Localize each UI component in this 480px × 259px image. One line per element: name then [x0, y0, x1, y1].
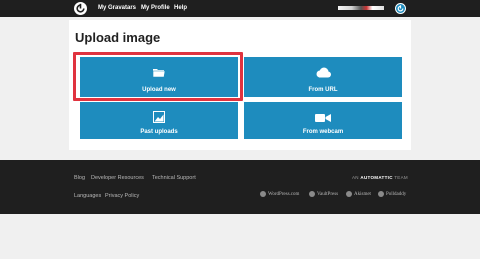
from-url-button[interactable]: From URL: [244, 57, 402, 97]
from-url-label: From URL: [308, 87, 338, 93]
cloud-icon: [314, 65, 332, 83]
from-webcam-label: From webcam: [302, 129, 344, 135]
page-title: Upload image: [75, 30, 161, 45]
footer-link-blog[interactable]: Blog: [74, 175, 85, 181]
wordpress-icon: [260, 191, 266, 197]
akismet-icon: [346, 191, 352, 197]
nav-my-gravatars[interactable]: My Gravatars: [98, 0, 136, 17]
selection-highlight: [73, 52, 243, 101]
past-uploads-label: Past uploads: [140, 129, 178, 135]
vaultpress-icon: [309, 191, 315, 197]
brand-akismet[interactable]: Akismet: [346, 191, 371, 197]
brand-vaultpress[interactable]: VaultPress: [309, 191, 338, 197]
gravatar-logo-icon[interactable]: [74, 2, 87, 15]
past-uploads-button[interactable]: Past uploads: [80, 102, 238, 139]
from-webcam-button[interactable]: From webcam: [244, 102, 402, 139]
avatar[interactable]: [338, 6, 384, 10]
footer-link-languages[interactable]: Languages: [74, 193, 101, 199]
automattic-team-link[interactable]: AN AUTOMATTIC TEAM: [352, 175, 408, 180]
footer-link-developer-resources[interactable]: Developer Resources: [91, 175, 144, 181]
footer: [0, 160, 480, 214]
image-icon: [153, 110, 165, 128]
footer-link-privacy-policy[interactable]: Privacy Policy: [105, 193, 139, 199]
polldaddy-icon: [378, 191, 384, 197]
brand-polldaddy[interactable]: Polldaddy: [378, 191, 406, 197]
top-bar: My Gravatars My Profile Help: [0, 0, 480, 17]
nav-my-profile[interactable]: My Profile: [141, 0, 170, 17]
brand-wordpress[interactable]: WordPress.com: [260, 191, 299, 197]
gravatar-account-icon[interactable]: [395, 3, 406, 14]
video-camera-icon: [315, 110, 331, 128]
nav-help[interactable]: Help: [174, 0, 187, 17]
footer-link-technical-support[interactable]: Technical Support: [152, 175, 196, 181]
